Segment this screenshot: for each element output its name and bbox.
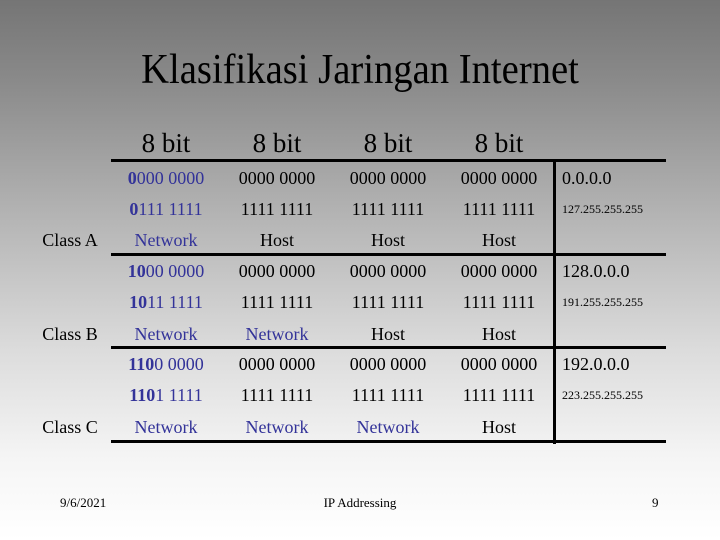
role-network: Network: [356, 417, 420, 437]
octet-end: 1111 1111: [351, 292, 425, 312]
octet-end: 1111 1111: [351, 385, 425, 405]
role-host: Host: [481, 417, 516, 437]
octet-start: 0000 0000: [460, 168, 538, 188]
remaining-bits: 111 1111: [138, 199, 203, 219]
octet-start: 0000 0000: [460, 261, 538, 281]
range-end: 127.255.255.255: [562, 202, 643, 216]
octet-end: 1111 1111: [462, 292, 536, 312]
octet-end: 1111 1111: [462, 385, 536, 405]
role-network: Network: [134, 230, 198, 250]
octet-end: 1111 1111: [462, 199, 536, 219]
octet-end: 1111 1111: [240, 292, 314, 312]
octet-start: 0000 0000: [238, 168, 316, 188]
table-divider-b-c: [111, 346, 666, 349]
first-octet-start: 0000 0000: [111, 166, 221, 190]
first-octet-end: 1011 1111: [111, 290, 221, 314]
footer-title: IP Addressing: [323, 495, 397, 510]
table-divider-a-b: [111, 253, 666, 256]
range-start: 128.0.0.0: [562, 261, 630, 281]
role-host: Host: [259, 230, 294, 250]
table-divider-top: [111, 159, 666, 162]
octet-start: 0000 0000: [349, 354, 427, 374]
first-octet-end: 0111 1111: [111, 197, 221, 221]
range-start: 0.0.0.0: [562, 168, 612, 188]
role-host: Host: [370, 324, 405, 344]
octet-start: 0000 0000: [349, 261, 427, 281]
remaining-bits: 00 0000: [145, 261, 205, 281]
column-header-octet-2: 8 bit: [252, 128, 302, 158]
remaining-bits: 000 0000: [136, 168, 205, 188]
role-network: Network: [134, 417, 198, 437]
slide-number: 9: [652, 495, 659, 510]
class-label: Class A: [42, 230, 98, 250]
role-host: Host: [370, 230, 405, 250]
slide-title: Klasifikasi Jaringan Internet: [141, 47, 579, 93]
first-octet-start: 1100 0000: [111, 352, 221, 376]
role-host: Host: [481, 324, 516, 344]
column-header-octet-1: 8 bit: [141, 128, 191, 158]
first-octet-end: 1101 1111: [111, 383, 221, 407]
role-network: Network: [245, 324, 309, 344]
role-host: Host: [481, 230, 516, 250]
remaining-bits: 1 1111: [155, 385, 203, 405]
octet-start: 0000 0000: [238, 354, 316, 374]
octet-start: 0000 0000: [349, 168, 427, 188]
leading-bits: 110: [128, 354, 155, 374]
column-header-octet-4: 8 bit: [474, 128, 524, 158]
remaining-bits: 11 1111: [147, 292, 203, 312]
leading-bits: 10: [129, 292, 148, 312]
role-network: Network: [134, 324, 198, 344]
octet-start: 0000 0000: [460, 354, 538, 374]
octet-start: 0000 0000: [238, 261, 316, 281]
leading-bits: 0: [127, 168, 137, 188]
column-header-octet-3: 8 bit: [363, 128, 413, 158]
leading-bits: 10: [127, 261, 146, 281]
table-divider-bottom: [111, 440, 666, 443]
class-label: Class B: [42, 324, 98, 344]
octet-end: 1111 1111: [240, 385, 314, 405]
octet-end: 1111 1111: [351, 199, 425, 219]
first-octet-start: 1000 0000: [111, 259, 221, 283]
leading-bits: 110: [129, 385, 156, 405]
range-end: 191.255.255.255: [562, 295, 643, 309]
role-network: Network: [245, 417, 309, 437]
class-label: Class C: [42, 417, 98, 437]
range-end: 223.255.255.255: [562, 388, 643, 402]
remaining-bits: 0 0000: [154, 354, 204, 374]
range-start: 192.0.0.0: [562, 354, 630, 374]
octet-end: 1111 1111: [240, 199, 314, 219]
